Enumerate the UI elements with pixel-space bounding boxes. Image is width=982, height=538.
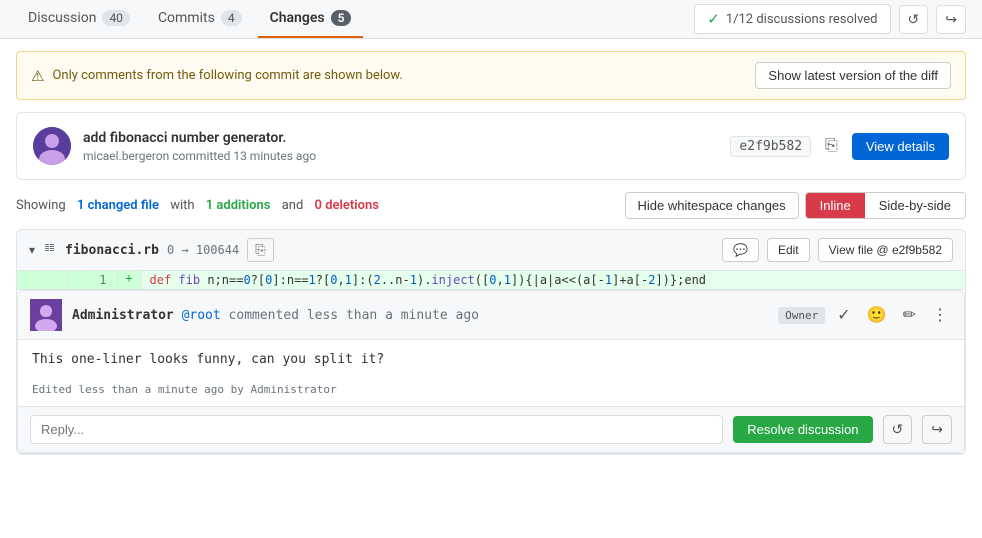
commit-title: add fibonacci number generator.: [83, 130, 316, 146]
diff-line-num-empty: [17, 271, 67, 290]
file-icon: [43, 240, 57, 260]
diff-line-num: 1: [67, 271, 117, 290]
smile-button[interactable]: 🙂: [863, 303, 891, 327]
comment-header: Administrator @root commented less than …: [18, 291, 964, 340]
comment-mention-text: @root: [182, 308, 221, 323]
tab-commits-badge: 4: [221, 10, 242, 26]
edit-comment-button[interactable]: ✏: [899, 303, 920, 327]
resolve-discussion-button[interactable]: Resolve discussion: [733, 416, 872, 443]
view-file-button[interactable]: View file @ e2f9b582: [818, 238, 953, 262]
diff-file: ▾ fibonacci.rb 0 → 100644 ⎘ 💬 Edit View …: [16, 229, 966, 455]
filename: fibonacci.rb: [65, 243, 159, 258]
showing-bar: Showing 1 changed file with 1 additions …: [16, 192, 966, 219]
refresh-discussion-button[interactable]: ↺: [883, 415, 913, 444]
copy-path-button[interactable]: ⎘: [247, 238, 273, 262]
warning-bar: ⚠ Only comments from the following commi…: [16, 51, 966, 100]
changed-file-link[interactable]: 1 changed file: [77, 198, 159, 213]
showing-right: Hide whitespace changes Inline Side-by-s…: [625, 192, 967, 219]
commit-action-text: committed: [172, 149, 230, 163]
warning-icon: ⚠: [31, 67, 44, 85]
refresh-button[interactable]: ↺: [899, 5, 929, 34]
tab-changes-label: Changes: [270, 10, 325, 26]
hide-whitespace-button[interactable]: Hide whitespace changes: [625, 192, 799, 219]
diff-comment-container: Administrator @root commented less than …: [17, 290, 965, 454]
commit-author: micael.bergeron: [83, 149, 169, 163]
additions-text: 1 additions: [206, 198, 271, 213]
diff-file-header: ▾ fibonacci.rb 0 → 100644 ⎘ 💬 Edit View …: [17, 230, 965, 271]
comment-edited-text: Edited less than a minute ago by Adminis…: [32, 383, 337, 396]
comment-author-name: Administrator @root commented less than …: [72, 308, 479, 323]
commit-right: e2f9b582 ⎘ View details: [730, 133, 949, 160]
tab-commits-label: Commits: [158, 10, 215, 26]
edit-button[interactable]: Edit: [767, 238, 810, 262]
resolved-badge: ✓ 1/12 discussions resolved: [694, 4, 890, 34]
tab-discussion[interactable]: Discussion 40: [16, 0, 142, 38]
resolved-text: 1/12 discussions resolved: [726, 12, 878, 27]
reply-input[interactable]: [30, 415, 723, 444]
show-latest-button[interactable]: Show latest version of the diff: [755, 62, 951, 89]
tab-discussion-label: Discussion: [28, 10, 96, 26]
diff-table: 1 + def fib n;n==0?[0]:n==1?[0,1]:(2..n-…: [17, 271, 965, 454]
showing-middle: with: [170, 198, 194, 213]
comment-author-info: Administrator @root commented less than …: [72, 308, 479, 323]
tab-changes[interactable]: Changes 5: [258, 0, 364, 38]
commit-meta: micael.bergeron committed 13 minutes ago: [83, 149, 316, 163]
showing-left: Showing 1 changed file with 1 additions …: [16, 198, 379, 213]
commit-info: add fibonacci number generator. micael.b…: [83, 130, 316, 163]
reply-box: Resolve discussion ↺ ↪: [18, 406, 964, 452]
commit-time-value: 13 minutes ago: [233, 149, 316, 163]
copy-sha-button[interactable]: ⎘: [821, 135, 842, 157]
inline-button[interactable]: Inline: [806, 193, 865, 218]
file-range: 0 → 100644: [167, 243, 239, 257]
diff-line-added: 1 + def fib n;n==0?[0]:n==1?[0,1]:(2..n-…: [17, 271, 965, 290]
comment-edited: Edited less than a minute ago by Adminis…: [18, 379, 964, 406]
warning-text: Only comments from the following commit …: [52, 68, 402, 83]
tab-changes-badge: 5: [331, 10, 352, 26]
tab-discussion-badge: 40: [102, 10, 130, 26]
comment-author-area: Administrator @root commented less than …: [30, 299, 479, 331]
view-toggle-group: Inline Side-by-side: [805, 192, 966, 219]
tabs-bar: Discussion 40 Commits 4 Changes 5 ✓ 1/12…: [0, 0, 982, 39]
tab-commits[interactable]: Commits 4: [146, 0, 254, 38]
collapse-icon[interactable]: ▾: [29, 243, 35, 257]
resolved-check-icon: ✓: [707, 10, 720, 28]
comment-icon: 💬: [733, 243, 748, 257]
more-options-button[interactable]: ⋮: [928, 303, 952, 327]
comment-avatar: [30, 299, 62, 331]
commit-left: add fibonacci number generator. micael.b…: [33, 127, 316, 165]
forward-discussion-button[interactable]: ↪: [922, 415, 952, 444]
and-text: and: [282, 198, 304, 213]
diff-comment-button[interactable]: 💬: [722, 238, 759, 262]
comment-header-right: Owner ✓ 🙂 ✏ ⋮: [778, 303, 952, 327]
file-right: 💬 Edit View file @ e2f9b582: [722, 238, 953, 262]
tabs-right: ✓ 1/12 discussions resolved ↺ ↪: [694, 4, 966, 34]
diff-gutter: +: [117, 271, 141, 290]
comment-action: commented less than a minute ago: [229, 308, 479, 323]
commit-sha: e2f9b582: [730, 136, 811, 157]
tabs-left: Discussion 40 Commits 4 Changes 5: [16, 0, 363, 38]
file-left: ▾ fibonacci.rb 0 → 100644 ⎘: [29, 238, 274, 262]
diff-comment-row: Administrator @root commented less than …: [17, 290, 965, 454]
author-name-text: Administrator: [72, 308, 174, 323]
warning-left: ⚠ Only comments from the following commi…: [31, 67, 403, 85]
showing-prefix: Showing: [16, 198, 66, 213]
comment-thread: Administrator @root commented less than …: [17, 290, 965, 453]
commit-card: add fibonacci number generator. micael.b…: [16, 112, 966, 180]
comment-body-text: This one-liner looks funny, can you spli…: [32, 352, 384, 367]
view-details-button[interactable]: View details: [852, 133, 949, 160]
check-comment-button[interactable]: ✓: [833, 303, 854, 327]
commit-avatar: [33, 127, 71, 165]
comment-body: This one-liner looks funny, can you spli…: [18, 340, 964, 379]
diff-content: def fib n;n==0?[0]:n==1?[0,1]:(2..n-1).i…: [141, 271, 965, 290]
sidebyside-button[interactable]: Side-by-side: [865, 193, 965, 218]
comment-button[interactable]: ↪: [936, 5, 966, 34]
owner-badge: Owner: [778, 307, 825, 324]
deletions-text: 0 deletions: [315, 198, 379, 213]
